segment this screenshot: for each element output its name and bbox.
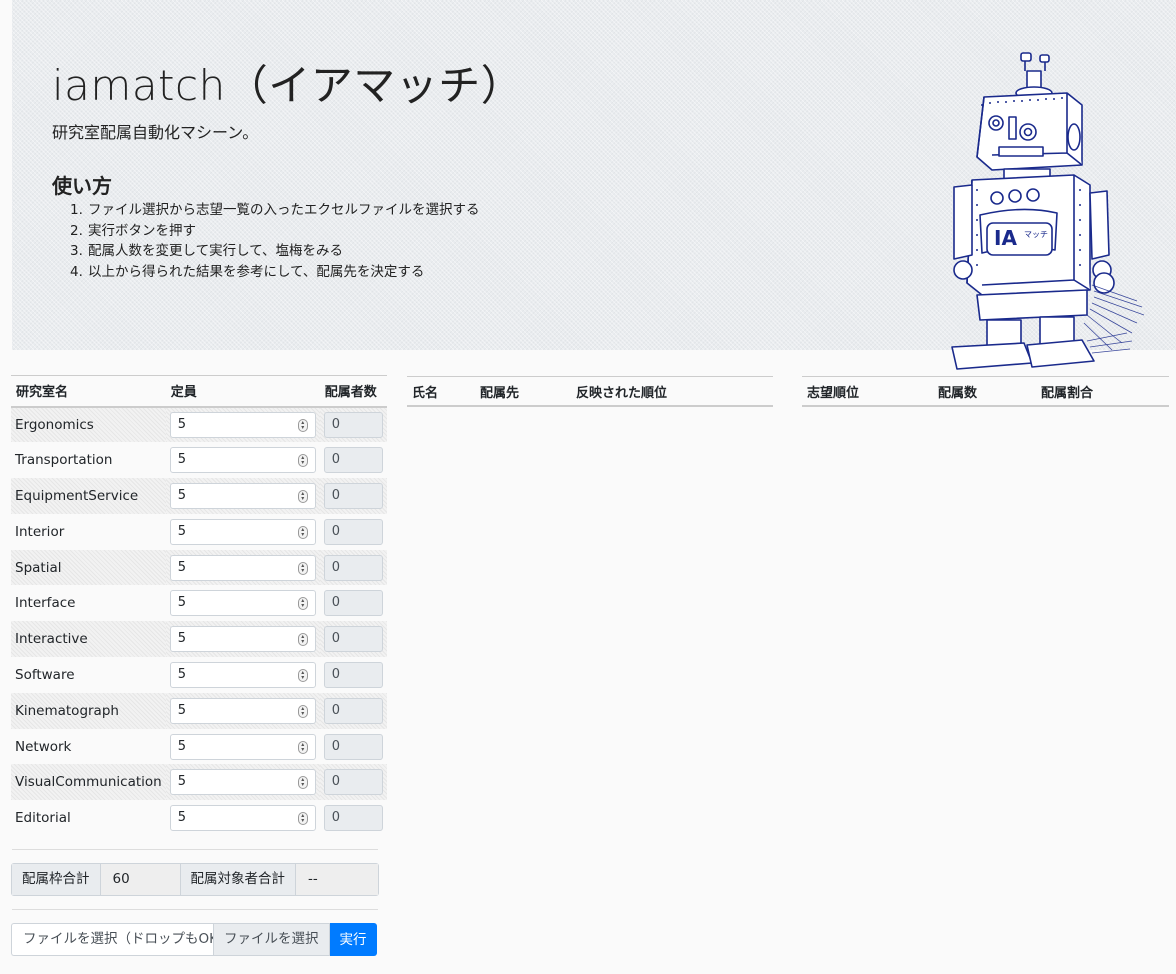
spinner-icon[interactable]: ▴ ▾ [297, 668, 308, 682]
assigned-count: 0 [323, 447, 383, 474]
table-row: EquipmentService 5 ▴ ▾ 0 [11, 478, 387, 514]
hero-banner: iamatch（イアマッチ） 研究室配属自動化マシーン。 使い方 1. ファイル選… [12, 0, 1176, 370]
lab-name: Interactive [11, 621, 166, 658]
lab-name: Kinematograph [11, 692, 166, 729]
lab-name: Interior [15, 523, 65, 540]
col-assigned-ratio: 配属割合 [1041, 385, 1094, 401]
browse-file-button[interactable]: ファイルを選択 [213, 923, 330, 956]
assigned-count: 0 [323, 805, 383, 832]
students-total-value: -- [296, 864, 378, 895]
spinner-icon[interactable]: ▴ ▾ [297, 740, 308, 754]
table-row: VisualCommunication 5 ▴ ▾ 0 [11, 764, 387, 801]
robot-illustration: IA マッチ [951, 52, 1145, 370]
spinner-icon[interactable]: ▴ ▾ [297, 633, 308, 647]
table-row: Interactive 5 ▴ ▾ 0 [11, 621, 387, 658]
capacity-input[interactable]: 5 ▴ ▾ [169, 661, 316, 688]
howto-step: 3. 配属人数を変更して実行して、塩梅をみる [70, 243, 344, 259]
col-assigned-count: 配属数 [938, 385, 978, 401]
page-lead: 研究室配属自動化マシーン。 [52, 123, 259, 142]
lab-name: Spatial [11, 549, 166, 586]
howto-step: 2. 実行ボタンを押す [70, 222, 196, 239]
lab-name: Interface [15, 595, 76, 612]
capacity-total-value: 60 [100, 864, 181, 895]
howto-step: 4. 以上から得られた結果を参考にして、配属先を決定する [70, 263, 425, 280]
totals-bar: 配属枠合計 60 配属対象者合計 -- [11, 863, 379, 896]
stats-table: 志望順位 配属数 配属割合 [802, 376, 1169, 407]
table-row: Network 5 ▴ ▾ 0 [11, 729, 387, 765]
results-table: 氏名 配属先 反映された順位 [407, 376, 773, 407]
capacity-total-label: 配属枠合計 [12, 864, 101, 895]
lab-capacity-table: 研究室名 定員 配属者数 Ergonomics 5 ▴ ▾ 0 Transporta… [11, 375, 387, 836]
spinner-icon[interactable]: ▴ ▾ [297, 454, 308, 468]
run-button[interactable]: 実行 [329, 923, 377, 956]
col-assigned: 配属者数 [319, 375, 387, 408]
spinner-icon[interactable]: ▴ ▾ [297, 597, 308, 611]
lab-name: Ergonomics [11, 406, 166, 443]
lab-name: Network [15, 738, 72, 755]
assigned-count: 0 [323, 661, 383, 688]
capacity-input[interactable]: 5 ▴ ▾ [169, 411, 316, 438]
divider [12, 849, 378, 850]
spinner-icon[interactable]: ▴ ▾ [297, 812, 308, 826]
page-title: iamatch（イアマッチ） [52, 61, 524, 110]
assigned-count: 0 [323, 769, 383, 796]
assigned-count: 0 [323, 626, 383, 653]
spinner-icon[interactable]: ▴ ▾ [297, 704, 308, 718]
table-row: Transportation 5 ▴ ▾ 0 [11, 442, 387, 478]
assigned-count: 0 [323, 590, 383, 617]
assigned-count: 0 [323, 482, 383, 509]
file-upload-group: ファイルを選択（ドロップもOK） ファイルを選択 実行 [11, 923, 377, 956]
spinner-icon[interactable]: ▴ ▾ [297, 776, 308, 790]
file-input[interactable]: ファイルを選択（ドロップもOK） [11, 923, 213, 956]
col-lab-name: 研究室名 [11, 375, 166, 408]
capacity-input[interactable]: 5 ▴ ▾ [169, 697, 316, 724]
howto-title: 使い方 [52, 174, 112, 198]
assigned-count: 0 [323, 411, 383, 438]
lab-name: Transportation [15, 452, 113, 469]
divider [12, 909, 378, 910]
table-row: Spatial 5 ▴ ▾ 0 [11, 549, 387, 586]
col-student-name: 氏名 [412, 385, 439, 401]
table-row: Software 5 ▴ ▾ 0 [11, 657, 387, 693]
spinner-icon[interactable]: ▴ ▾ [297, 418, 308, 432]
svg-text:IA: IA [994, 226, 1017, 250]
capacity-input[interactable]: 5 ▴ ▾ [169, 590, 316, 617]
capacity-input[interactable]: 5 ▴ ▾ [169, 482, 316, 509]
lab-name: Software [15, 666, 75, 683]
col-capacity: 定員 [165, 375, 320, 408]
capacity-input[interactable]: 5 ▴ ▾ [169, 554, 316, 581]
col-preference-rank: 志望順位 [807, 385, 860, 401]
lab-name: EquipmentService [11, 478, 166, 514]
table-row: Ergonomics 5 ▴ ▾ 0 [11, 406, 387, 443]
assigned-count: 0 [323, 697, 383, 724]
capacity-input[interactable]: 5 ▴ ▾ [169, 626, 316, 653]
col-assigned-lab: 配属先 [480, 385, 520, 401]
assigned-count: 0 [323, 518, 383, 545]
col-reflected-rank: 反映された順位 [576, 385, 668, 401]
svg-text:マッチ: マッチ [1024, 230, 1048, 239]
howto-steps: 1. ファイル選択から志望一覧の入ったエクセルファイルを選択する 2. 実行ボタンを… [70, 200, 480, 282]
students-total-label: 配属対象者合計 [180, 864, 296, 895]
table-row: Kinematograph 5 ▴ ▾ 0 [11, 692, 387, 729]
howto-step: 1. ファイル選択から志望一覧の入ったエクセルファイルを選択する [70, 202, 480, 218]
table-row: Interface 5 ▴ ▾ 0 [11, 585, 387, 621]
capacity-input[interactable]: 5 ▴ ▾ [169, 447, 316, 474]
lab-name: VisualCommunication [11, 764, 166, 801]
capacity-input[interactable]: 5 ▴ ▾ [169, 769, 316, 796]
table-row: Editorial 5 ▴ ▾ 0 [11, 800, 387, 836]
capacity-input[interactable]: 5 ▴ ▾ [169, 518, 316, 545]
spinner-icon[interactable]: ▴ ▾ [297, 525, 308, 539]
spinner-icon[interactable]: ▴ ▾ [297, 561, 308, 575]
assigned-count: 0 [323, 554, 383, 581]
capacity-input[interactable]: 5 ▴ ▾ [169, 805, 316, 832]
spinner-icon[interactable]: ▴ ▾ [297, 489, 308, 503]
table-row: Interior 5 ▴ ▾ 0 [11, 514, 387, 550]
assigned-count: 0 [323, 733, 383, 760]
lab-name: Editorial [15, 810, 71, 827]
capacity-input[interactable]: 5 ▴ ▾ [169, 733, 316, 760]
